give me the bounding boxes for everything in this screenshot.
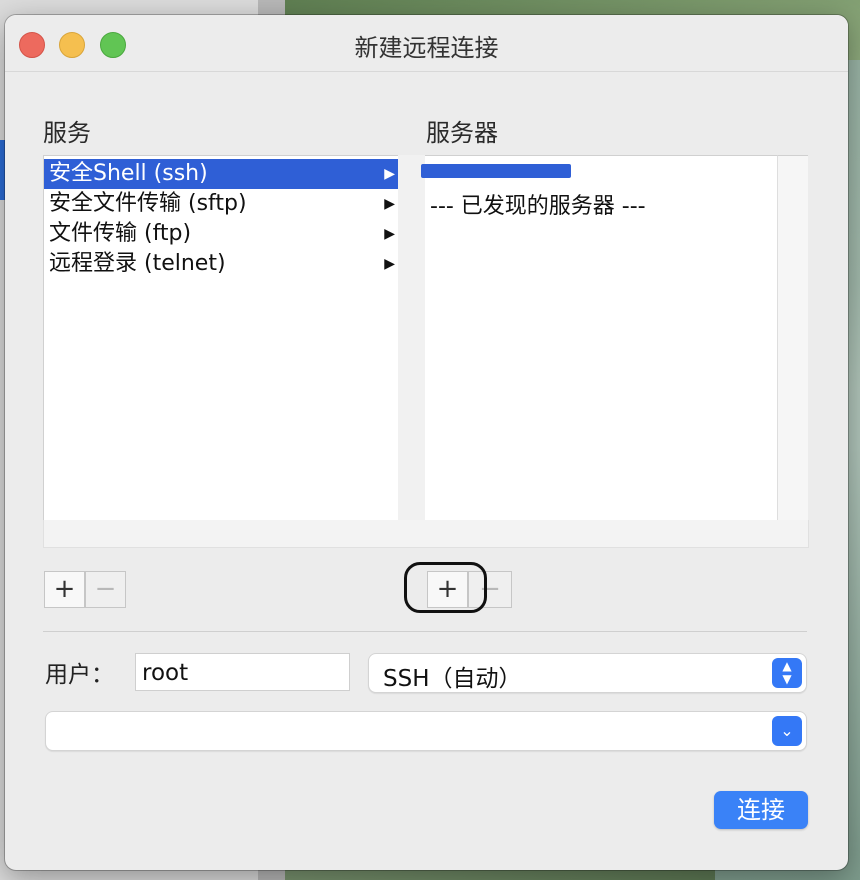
- disclosure-arrow-icon: ▶: [384, 196, 395, 212]
- remove-service-button[interactable]: −: [85, 571, 126, 608]
- servers-scrollbar[interactable]: [777, 155, 808, 522]
- disclosure-arrow-icon: ▶: [384, 166, 395, 182]
- chevron-down-icon[interactable]: ⌄: [772, 716, 802, 746]
- disclosure-arrow-icon: ▶: [384, 226, 395, 242]
- disclosure-arrow-icon: ▶: [384, 256, 395, 272]
- new-remote-connection-window: 新建远程连接 服务 服务器 安全Shell (ssh) ▶ 安全文件传输 (sf…: [5, 15, 848, 870]
- list-footer-strip: [43, 520, 809, 548]
- host-combobox[interactable]: ⌄: [45, 711, 807, 751]
- service-item-label: 安全文件传输 (sftp): [49, 191, 247, 216]
- highlight-annotation: [404, 562, 487, 613]
- connect-button[interactable]: 连接: [714, 791, 808, 829]
- user-field[interactable]: root: [135, 653, 350, 691]
- list-divider: [398, 155, 426, 520]
- protocol-select[interactable]: SSH（自动） ▲ ▼: [368, 653, 807, 693]
- service-item-label: 文件传输 (ftp): [49, 221, 192, 246]
- separator: [43, 631, 807, 632]
- title-bar: 新建远程连接: [5, 15, 848, 72]
- discovered-servers-header: --- 已发现的服务器 ---: [430, 194, 646, 219]
- service-item-telnet[interactable]: 远程登录 (telnet) ▶: [44, 249, 399, 279]
- window-title: 新建远程连接: [354, 34, 499, 62]
- services-heading: 服务: [43, 119, 91, 147]
- up-down-chevron-icon: ▲ ▼: [772, 658, 802, 688]
- service-item-ssh[interactable]: 安全Shell (ssh) ▶: [44, 159, 399, 189]
- services-list[interactable]: 安全Shell (ssh) ▶ 安全文件传输 (sftp) ▶ 文件传输 (ft…: [43, 155, 400, 522]
- servers-list[interactable]: --- 已发现的服务器 ---: [421, 155, 777, 522]
- protocol-value: SSH（自动）: [383, 666, 522, 692]
- servers-heading: 服务器: [426, 119, 498, 147]
- service-item-sftp[interactable]: 安全文件传输 (sftp) ▶: [44, 189, 399, 219]
- service-item-label: 远程登录 (telnet): [49, 251, 226, 276]
- server-item-redacted[interactable]: [421, 164, 571, 178]
- service-item-label: 安全Shell (ssh): [49, 161, 208, 186]
- services-add-remove: + −: [44, 571, 126, 608]
- add-service-button[interactable]: +: [44, 571, 85, 608]
- service-item-ftp[interactable]: 文件传输 (ftp) ▶: [44, 219, 399, 249]
- user-label: 用户：: [45, 662, 114, 688]
